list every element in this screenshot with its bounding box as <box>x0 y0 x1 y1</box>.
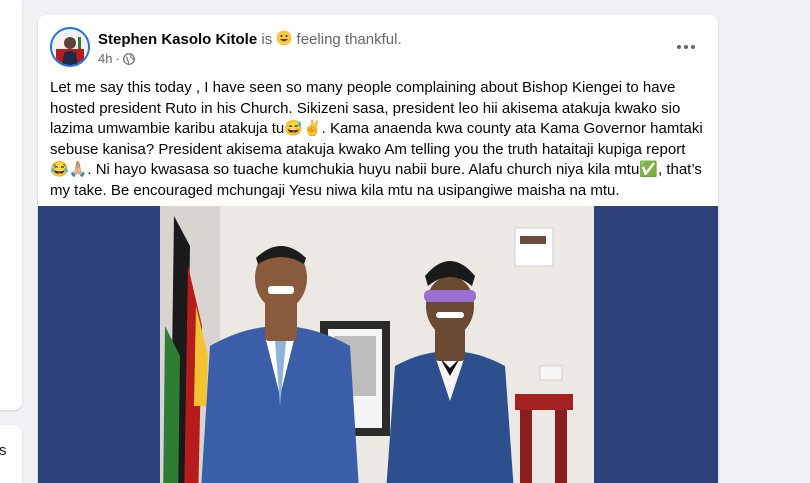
more-options-icon[interactable] <box>672 37 700 57</box>
post-header: Stephen Kasolo Kitole is feeling thankfu… <box>50 27 706 71</box>
sidebar-fragment-text: s <box>0 442 7 459</box>
author-name[interactable]: Stephen Kasolo Kitole <box>98 31 257 48</box>
photo-image <box>160 206 594 483</box>
is-text: is <box>261 31 273 48</box>
post-title-line: Stephen Kasolo Kitole is feeling thankfu… <box>98 30 402 48</box>
post-timestamp[interactable]: 4h <box>98 51 112 66</box>
author-avatar[interactable] <box>50 27 90 67</box>
avatar-image <box>52 29 88 65</box>
left-sidebar-card <box>0 0 22 410</box>
feeling-text[interactable]: feeling thankful. <box>297 31 402 48</box>
post-paragraph: Let me say this today , I have seen so m… <box>50 79 703 199</box>
left-sidebar-card-lower[interactable]: s <box>0 425 22 483</box>
post-card: Stephen Kasolo Kitole is feeling thankfu… <box>38 15 718 483</box>
post-text: Let me say this today , I have seen so m… <box>50 78 708 201</box>
post-photo[interactable] <box>160 206 594 483</box>
globe-icon[interactable] <box>122 52 135 65</box>
post-meta: 4h · <box>98 51 135 66</box>
smile-emoji-icon <box>276 30 292 46</box>
